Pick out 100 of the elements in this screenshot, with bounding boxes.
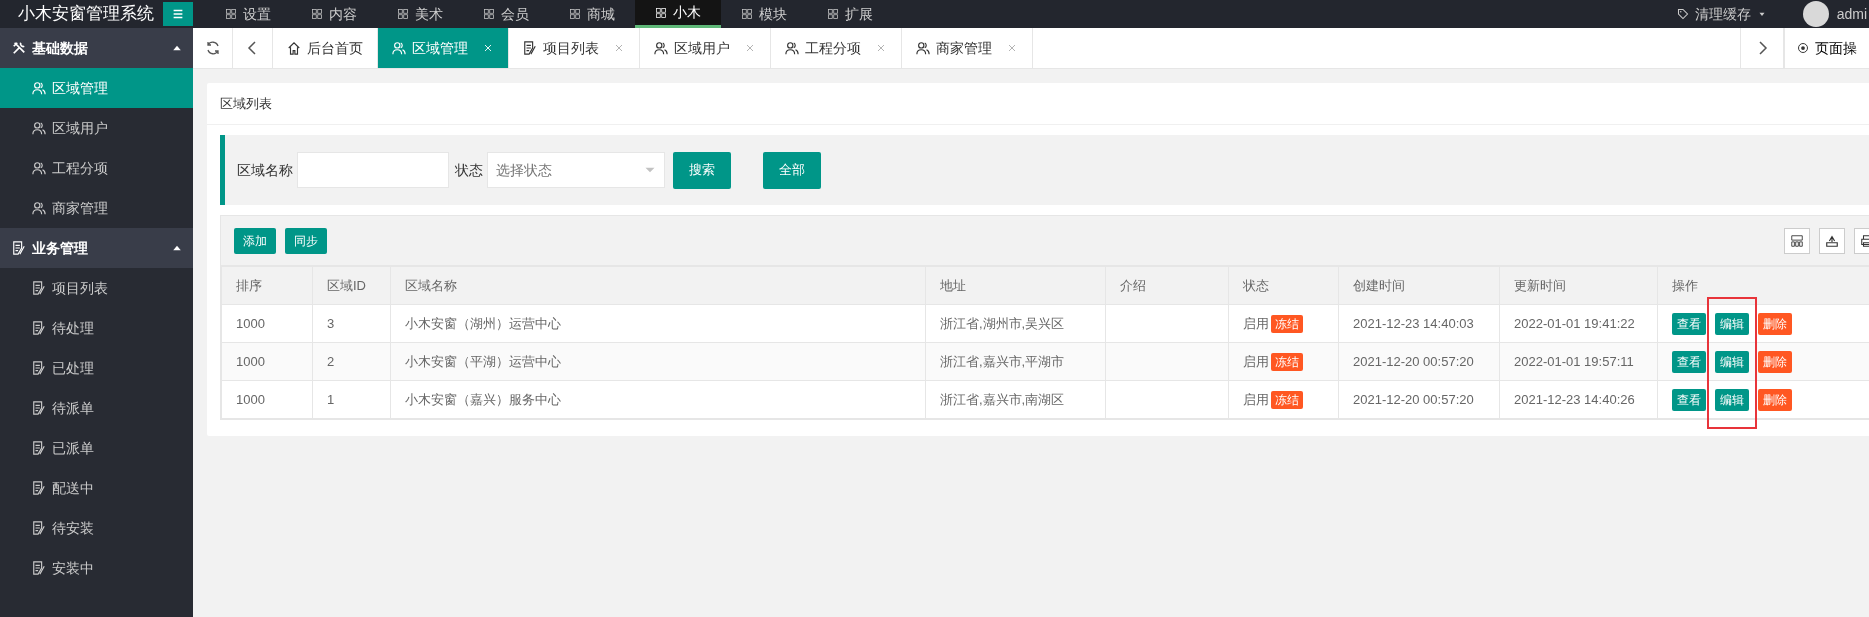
column-header: 地址 <box>925 266 1106 305</box>
sidebar-item[interactable]: 已派单 <box>0 428 193 468</box>
table-cell: 1000 <box>221 304 313 343</box>
document-icon <box>32 561 46 575</box>
table-cell: 2022-01-01 19:41:22 <box>1499 304 1658 343</box>
document-icon <box>12 241 26 255</box>
sidebar-item[interactable]: 商家管理 <box>0 188 193 228</box>
export-icon <box>1825 233 1839 248</box>
table-cell: 2 <box>312 342 391 381</box>
clear-cache-menu[interactable]: 清理缓存 <box>1670 0 1773 28</box>
edit-button[interactable]: 编辑 <box>1715 350 1749 373</box>
export-button[interactable] <box>1819 227 1845 254</box>
field-label: 区域名称 <box>237 160 293 180</box>
nav-tab[interactable]: 商城 <box>549 0 635 28</box>
status-text: 启用 <box>1243 391 1269 407</box>
document-icon <box>523 41 537 55</box>
nav-tab[interactable]: 模块 <box>721 0 807 28</box>
document-icon <box>32 361 46 375</box>
columns-button[interactable] <box>1784 227 1810 254</box>
nav-tab[interactable]: 小木 <box>635 0 721 28</box>
nav-tab[interactable]: 会员 <box>463 0 549 28</box>
users-icon <box>654 41 668 55</box>
document-icon <box>32 521 46 535</box>
table-cell: 浙江省,嘉兴市,南湖区 <box>925 380 1106 419</box>
document-icon <box>32 481 46 495</box>
tools-icon <box>12 41 26 55</box>
edit-button[interactable]: 编辑 <box>1715 388 1749 411</box>
users-icon <box>32 121 46 135</box>
edit-button[interactable]: 编辑 <box>1715 312 1749 335</box>
field-label: 状态 <box>455 160 483 180</box>
column-header: 介绍 <box>1105 266 1229 305</box>
grid-icon <box>483 8 495 20</box>
view-button[interactable]: 查看 <box>1672 312 1706 335</box>
grid-icon <box>655 6 667 19</box>
sidebar-item[interactable]: 区域用户 <box>0 108 193 148</box>
column-header: 创建时间 <box>1338 266 1500 305</box>
view-button[interactable]: 查看 <box>1672 350 1706 373</box>
user-name[interactable]: admi <box>1836 3 1867 25</box>
home-icon <box>287 41 301 55</box>
column-header: 区域名称 <box>390 266 926 305</box>
column-header: 区域ID <box>312 266 391 305</box>
sync-button[interactable]: 同步 <box>285 227 327 254</box>
sidebar-item[interactable]: 区域管理 <box>0 68 193 108</box>
show-all-button[interactable]: 全部 <box>763 151 821 189</box>
column-header: 操作 <box>1657 266 1869 305</box>
document-icon <box>32 281 46 295</box>
grid-icon <box>311 8 323 20</box>
grid-icon <box>827 8 839 20</box>
status-select[interactable]: 选择状态 <box>487 152 665 188</box>
document-icon <box>32 441 46 455</box>
sidebar-item[interactable]: 安装中 <box>0 548 193 588</box>
users-icon <box>392 41 406 55</box>
nav-tab[interactable]: 设置 <box>205 0 291 28</box>
sidebar-item[interactable]: 已处理 <box>0 348 193 388</box>
grid-icon <box>225 8 237 20</box>
table-cell: 2021-12-23 14:40:03 <box>1338 304 1500 343</box>
table-cell: 2021-12-23 14:40:26 <box>1499 380 1658 419</box>
grid-icon <box>741 8 753 20</box>
table-cell: 浙江省,湖州市,吴兴区 <box>925 304 1106 343</box>
sidebar-group[interactable]: 业务管理 <box>0 228 193 268</box>
sidebar-item[interactable]: 待安装 <box>0 508 193 548</box>
table-cell: 小木安窗（平湖）运营中心 <box>390 342 926 381</box>
tag-icon <box>1676 8 1689 20</box>
avatar[interactable] <box>1802 1 1829 27</box>
search-button[interactable]: 搜索 <box>673 151 731 189</box>
nav-tab[interactable]: 内容 <box>291 0 377 28</box>
users-icon <box>785 41 799 55</box>
status-text: 启用 <box>1243 315 1269 331</box>
document-icon <box>32 401 46 415</box>
sidebar-item[interactable]: 工程分项 <box>0 148 193 188</box>
view-button[interactable]: 查看 <box>1672 388 1706 411</box>
menu-icon <box>171 7 185 21</box>
column-header: 更新时间 <box>1499 266 1658 305</box>
table-cell: 2021-12-20 00:57:20 <box>1338 380 1500 419</box>
grid-icon <box>569 8 581 20</box>
radio-icon <box>1797 42 1809 54</box>
table-cell: 1 <box>312 380 391 419</box>
sidebar-item[interactable]: 项目列表 <box>0 268 193 308</box>
page-tab[interactable]: 区域管理 <box>378 28 509 68</box>
name-input-field[interactable] <box>297 152 449 188</box>
grid-icon <box>397 8 409 20</box>
add-button[interactable]: 添加 <box>234 227 276 254</box>
table-cell: 小木安窗（嘉兴）服务中心 <box>390 380 926 419</box>
table-cell: 1000 <box>221 342 313 381</box>
table-cell: 3 <box>312 304 391 343</box>
users-icon <box>32 201 46 215</box>
nav-tab[interactable]: 扩展 <box>807 0 893 28</box>
users-icon <box>32 81 46 95</box>
column-header: 状态 <box>1228 266 1339 305</box>
menu-button[interactable] <box>163 2 193 26</box>
refresh-icon <box>204 40 221 56</box>
card-title: 区域列表 <box>207 83 1869 125</box>
users-icon <box>916 41 930 55</box>
sidebar-item[interactable]: 待处理 <box>0 308 193 348</box>
nav-tab[interactable]: 美术 <box>377 0 463 28</box>
sidebar-item[interactable]: 配送中 <box>0 468 193 508</box>
table-cell: 浙江省,嘉兴市,平湖市 <box>925 342 1106 381</box>
column-header: 排序 <box>221 266 313 305</box>
sidebar-item[interactable]: 待派单 <box>0 388 193 428</box>
sidebar-group[interactable]: 基础数据 <box>0 28 193 68</box>
